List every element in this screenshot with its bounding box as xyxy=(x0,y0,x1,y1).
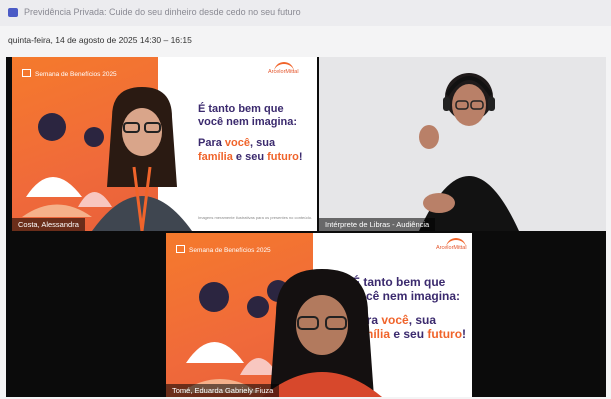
meeting-info: quinta-feira, 14 de agosto de 2025 14:30… xyxy=(0,26,611,52)
participant-video-2 xyxy=(319,57,606,231)
participant-tile-1[interactable]: Semana de Benefícios 2025 ArcelorMittal … xyxy=(12,57,317,231)
meeting-datetime: quinta-feira, 14 de agosto de 2025 14:30… xyxy=(8,35,192,45)
participant-tile-2[interactable]: Intérprete de Libras - Audiência xyxy=(319,57,606,231)
window-title: Previdência Privada: Cuide do seu dinhei… xyxy=(24,7,301,17)
participant-video-3 xyxy=(262,269,382,397)
video-stage: Semana de Benefícios 2025 ArcelorMittal … xyxy=(6,57,606,397)
participant-name: Tomé, Eduarda Gabriely Fiuza xyxy=(166,384,280,397)
app-icon xyxy=(8,8,18,17)
participant-video-1 xyxy=(92,87,192,231)
title-bar: Previdência Privada: Cuide do seu dinhei… xyxy=(0,0,611,27)
participant-name: Intérprete de Libras - Audiência xyxy=(319,218,436,231)
participant-name: Costa, Alessandra xyxy=(12,218,85,231)
participant-tile-3[interactable]: Semana de Benefícios 2025 ArcelorMittal … xyxy=(166,233,472,397)
